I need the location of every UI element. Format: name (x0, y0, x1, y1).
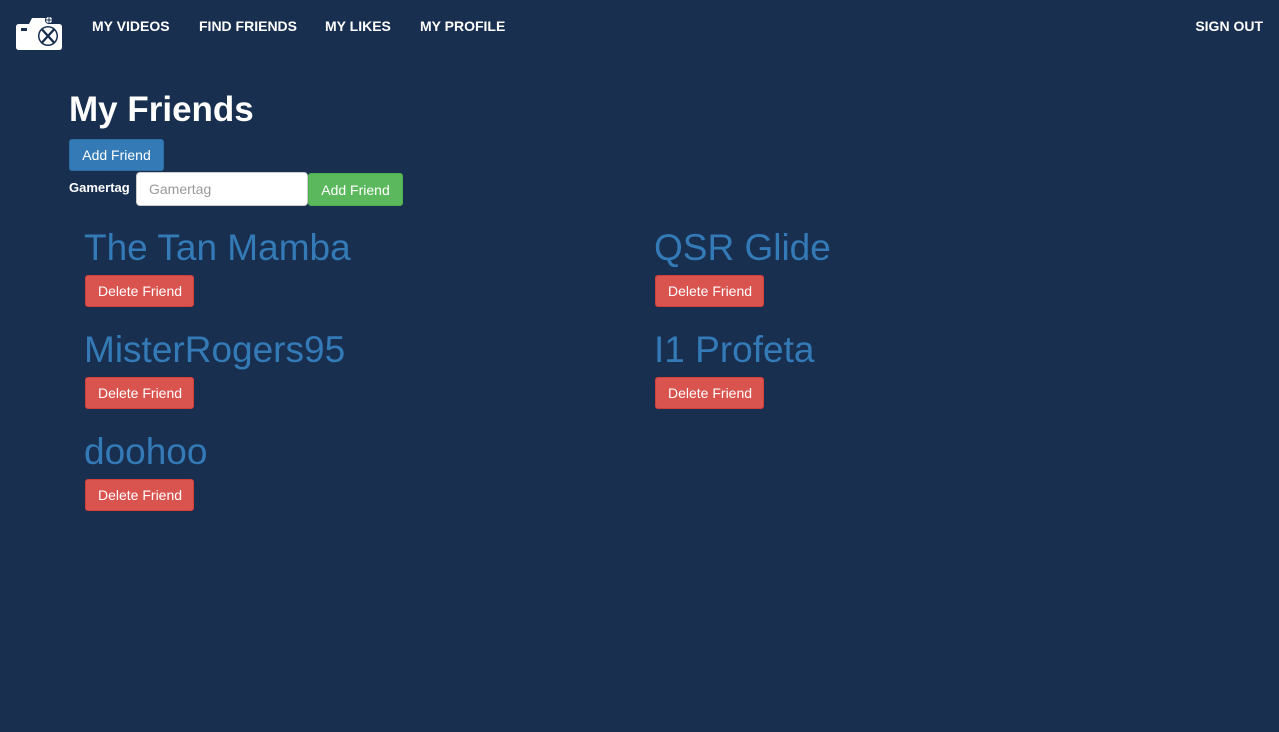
nav-my-profile[interactable]: MY PROFILE (420, 18, 505, 34)
add-friend-submit-button[interactable]: Add Friend (308, 173, 403, 206)
delete-friend-button[interactable]: Delete Friend (655, 377, 764, 409)
add-friend-toggle-button[interactable]: Add Friend (69, 139, 164, 171)
nav-my-videos[interactable]: MY VIDEOS (92, 18, 170, 34)
navbar: MY VIDEOS FIND FRIENDS MY LIKES MY PROFI… (0, 0, 1279, 52)
page-title: My Friends (69, 90, 254, 129)
friend-name-link[interactable]: QSR Glide (654, 227, 831, 269)
delete-friend-button[interactable]: Delete Friend (655, 275, 764, 307)
sign-out-link[interactable]: SIGN OUT (1195, 18, 1263, 34)
nav-find-friends[interactable]: FIND FRIENDS (199, 18, 297, 34)
friend-name-link[interactable]: MisterRogers95 (84, 329, 345, 371)
friend-name-link[interactable]: The Tan Mamba (84, 227, 351, 269)
delete-friend-button[interactable]: Delete Friend (85, 479, 194, 511)
delete-friend-button[interactable]: Delete Friend (85, 275, 194, 307)
xbox-camera-icon[interactable] (15, 14, 63, 52)
nav-my-likes[interactable]: MY LIKES (325, 18, 391, 34)
delete-friend-button[interactable]: Delete Friend (85, 377, 194, 409)
friend-name-link[interactable]: I1 Profeta (654, 329, 814, 371)
friend-name-link[interactable]: doohoo (84, 431, 207, 473)
gamertag-input[interactable] (136, 172, 308, 206)
gamertag-label: Gamertag (69, 180, 130, 195)
